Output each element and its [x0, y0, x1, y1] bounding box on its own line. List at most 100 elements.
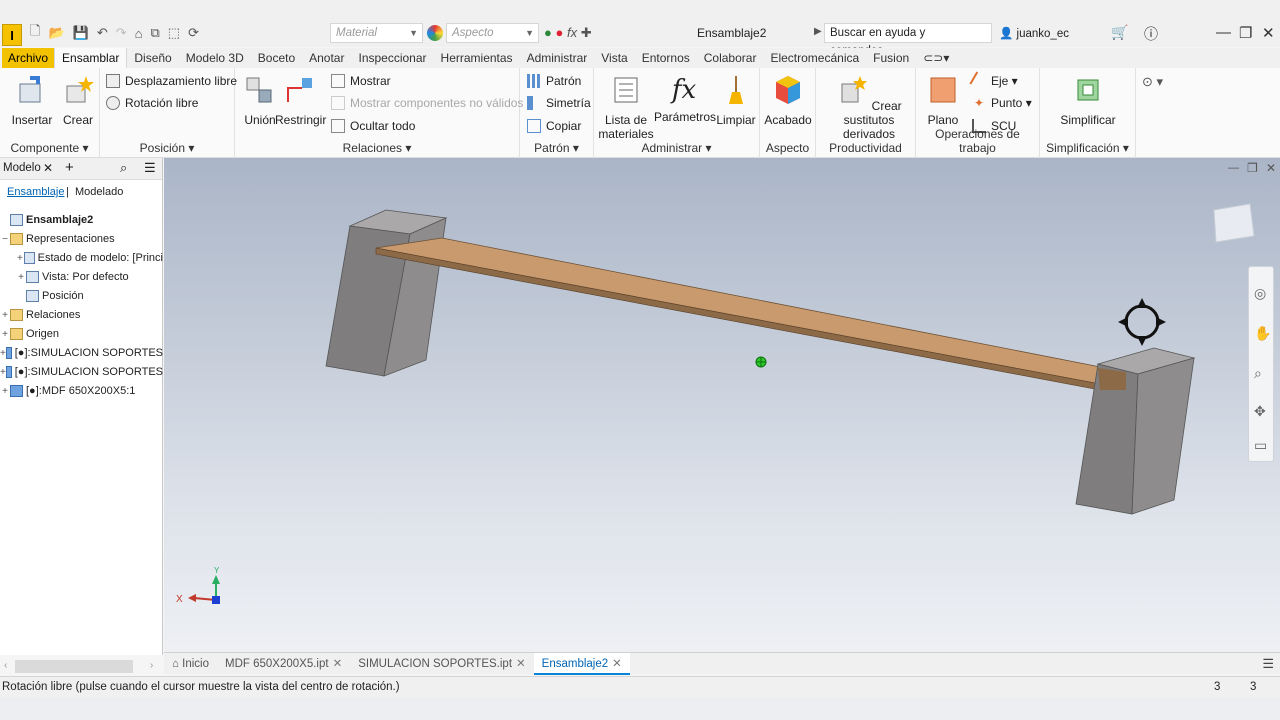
expand-icon[interactable]: + [0, 329, 10, 340]
close-tab-icon[interactable]: ✕ [516, 658, 526, 670]
mostrar-button[interactable]: Mostrar [331, 74, 391, 88]
tree-item-estado-modelo[interactable]: + Estado de modelo: [Princi [0, 249, 163, 267]
tree-item-relaciones[interactable]: + Relaciones [0, 306, 163, 324]
acabado-button[interactable]: Acabado [764, 74, 812, 127]
user-menu[interactable]: 👤 juanko_ec [999, 26, 1069, 40]
view-cube-icon[interactable] [1213, 203, 1255, 243]
tree-root[interactable]: Ensamblaje2 [0, 211, 163, 229]
undo-icon[interactable]: ↶ [97, 25, 108, 41]
patron-button[interactable]: Patrón [527, 74, 581, 88]
tab-boceto[interactable]: Boceto [251, 48, 302, 68]
redo-icon[interactable]: ↷ [116, 25, 127, 41]
tree-item-representaciones[interactable]: − Representaciones [0, 230, 163, 248]
punto-button[interactable]: ✦ Punto ▾ [972, 96, 1032, 110]
limpiar-button[interactable]: Limpiar [714, 74, 758, 127]
home-icon[interactable]: ⌂ [135, 26, 143, 41]
scroll-left-icon[interactable]: ‹ [4, 660, 7, 671]
tab-anotar[interactable]: Anotar [302, 48, 351, 68]
ribbon-options-button[interactable]: ⊙ ▾ [1142, 74, 1163, 90]
doctab-ensamblaje2[interactable]: Ensamblaje2 ✕ [533, 652, 630, 675]
tab-fusion[interactable]: Fusion [866, 48, 916, 68]
graphics-viewport[interactable]: X Y — ❐ ✕ ◎ ✋ ⌕ ✥ ▭ [164, 158, 1280, 652]
tab-entornos[interactable]: Entornos [635, 48, 697, 68]
help-search-input[interactable]: Buscar en ayuda y comandos... [824, 23, 992, 57]
help-icon[interactable]: ⓘ [1144, 24, 1158, 44]
eje-button[interactable]: Eje ▾ [969, 71, 1018, 91]
tab-diseno[interactable]: Diseño [127, 48, 178, 68]
panel-title-simplificacion[interactable]: Simplificación ▾ [1040, 141, 1135, 155]
restringir-button[interactable]: Restringir [275, 74, 326, 127]
simetria-button[interactable]: Simetría [527, 96, 591, 110]
tabs-menu-icon[interactable]: ☰ [1262, 656, 1274, 672]
close-tab-icon[interactable]: ✕ [333, 658, 343, 670]
panel-title-posicion[interactable]: Posición ▾ [100, 141, 234, 155]
app-logo[interactable]: I [2, 24, 22, 46]
collapse-icon[interactable]: − [0, 234, 10, 245]
mostrar-no-validos-button[interactable]: Mostrar componentes no válidos [331, 96, 523, 110]
viewport-close-icon[interactable]: ✕ [1266, 161, 1276, 175]
panel-title-relaciones[interactable]: Relaciones ▾ [235, 141, 519, 155]
expand-icon[interactable]: + [16, 253, 24, 264]
tab-vista[interactable]: Vista [594, 48, 634, 68]
ocultar-todo-button[interactable]: Ocultar todo [331, 119, 415, 133]
subtab-ensamblaje[interactable]: Ensamblaje [7, 186, 64, 198]
scroll-right-icon[interactable]: › [150, 660, 153, 671]
crear-sustitutos-button[interactable]: Crear sustitutos derivados [822, 74, 916, 141]
viewport-restore-icon[interactable]: ❐ [1247, 161, 1258, 175]
expand-icon[interactable]: + [0, 386, 10, 397]
tree-item-vista[interactable]: + Vista: Por defecto [0, 268, 163, 286]
doctab-mdf[interactable]: MDF 650X200X5.ipt ✕ [217, 653, 350, 675]
tab-archivo[interactable]: Archivo [2, 48, 55, 68]
desplazamiento-libre-button[interactable]: Desplazamiento libre [106, 74, 237, 88]
plano-button[interactable]: Plano [922, 74, 964, 127]
tab-colaborar[interactable]: Colaborar [697, 48, 764, 68]
tab-ensamblar[interactable]: Ensamblar [54, 48, 128, 68]
save-icon[interactable]: 💾 [73, 25, 89, 41]
fx-icon[interactable]: fx [567, 25, 577, 40]
lista-materiales-button[interactable]: Lista de materiales [598, 74, 654, 141]
minimize-button[interactable]: — [1216, 24, 1231, 41]
menu-icon[interactable]: ☰ [144, 160, 156, 176]
parametros-button[interactable]: fx Parámetros [654, 74, 716, 124]
select-icon[interactable]: ⬚ [168, 25, 180, 41]
maximize-button[interactable]: ❐ [1239, 24, 1252, 42]
browser-scrollbar[interactable] [15, 660, 133, 673]
orbit-icon[interactable]: ✥ [1254, 403, 1266, 420]
mdf-board[interactable] [375, 237, 1128, 391]
adjust-appearance-icon[interactable]: ● [544, 25, 552, 40]
tab-electromecanica[interactable]: Electromecánica [763, 48, 866, 68]
add-icon[interactable]: + [65, 159, 74, 176]
doctab-simulacion[interactable]: SIMULACION SOPORTES.ipt ✕ [350, 653, 533, 675]
doctab-inicio[interactable]: ⌂ Inicio [164, 653, 217, 675]
tree-item-origen[interactable]: + Origen [0, 325, 163, 343]
pan-icon[interactable]: ✋ [1254, 325, 1271, 342]
material-combo[interactable]: Material ▼ [330, 23, 423, 43]
tree-item-part[interactable]: + [●]:SIMULACION SOPORTES [0, 344, 163, 362]
ribbon-options-icon[interactable]: ⊂⊃▾ [916, 48, 956, 68]
clear-appearance-icon[interactable]: ● [555, 25, 563, 40]
return-icon[interactable]: ⧉ [151, 25, 160, 41]
tree-item-part[interactable]: + [●]:SIMULACION SOPORTES [0, 363, 163, 381]
tab-herramientas[interactable]: Herramientas [434, 48, 520, 68]
panel-title-patron[interactable]: Patrón ▾ [520, 141, 593, 155]
panel-title-administrar[interactable]: Administrar ▾ [594, 141, 759, 155]
viewport-minimize-icon[interactable]: — [1228, 162, 1239, 174]
close-tab-icon[interactable]: ✕ [612, 658, 622, 670]
expand-icon[interactable]: + [0, 310, 10, 321]
steering-wheel-icon[interactable]: ◎ [1254, 285, 1266, 302]
expand-icon[interactable]: + [16, 272, 26, 283]
close-button[interactable]: ✕ [1262, 24, 1275, 42]
appearance-combo[interactable]: Aspecto ▼ [446, 23, 539, 43]
rotacion-libre-button[interactable]: Rotación libre [106, 96, 198, 110]
simplificar-button[interactable]: Simplificar [1050, 74, 1126, 127]
tree-item-posicion[interactable]: Posición [0, 287, 163, 305]
panel-title-componente[interactable]: Componente ▾ [0, 141, 99, 155]
crear-button[interactable]: Crear [60, 74, 96, 127]
insertar-button[interactable]: Insertar [10, 74, 54, 127]
close-browser-icon[interactable]: ✕ [43, 161, 53, 175]
search-icon[interactable]: ⌕ [120, 160, 127, 176]
left-support-block[interactable] [325, 209, 448, 377]
rotation-center-icon[interactable] [755, 356, 767, 368]
tab-inspeccionar[interactable]: Inspeccionar [351, 48, 433, 68]
open-icon[interactable]: 📂 [48, 25, 64, 41]
